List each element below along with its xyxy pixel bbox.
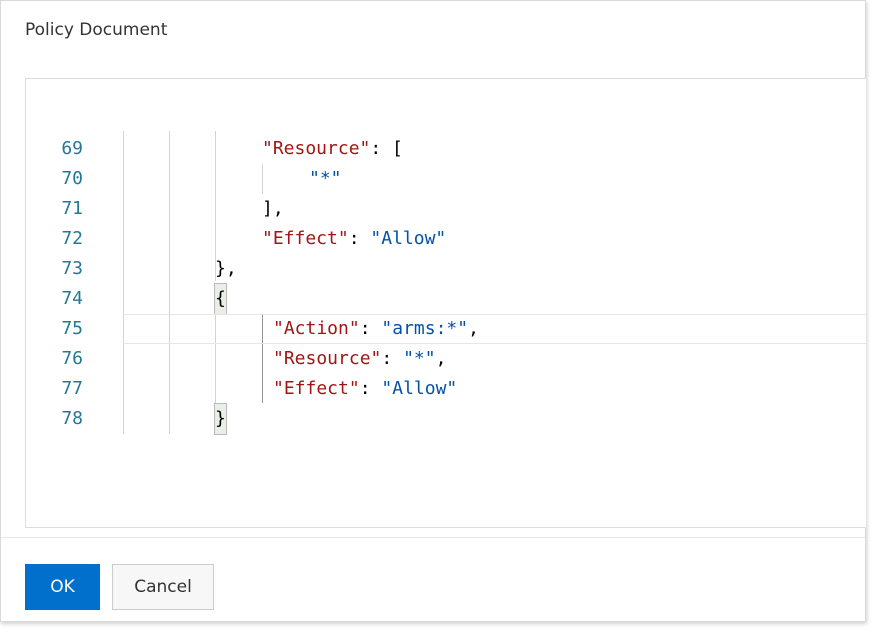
code-token: "*" <box>309 168 342 189</box>
line-number-row: 73 <box>26 254 866 284</box>
code-line[interactable]: }, <box>215 254 237 284</box>
code-line[interactable]: "Resource": "*", <box>273 344 446 374</box>
line-number: 70 <box>61 168 83 189</box>
dialog-title: Policy Document <box>25 20 168 40</box>
code-line[interactable]: "Action": "arms:*", <box>273 314 479 344</box>
line-number: 69 <box>61 138 83 159</box>
policy-document-dialog: Policy Document 69 "Resource": [70 "*" 71],… <box>0 0 866 622</box>
line-number: 76 <box>61 348 83 369</box>
code-line[interactable]: { <box>214 283 227 315</box>
code-token: "Allow" <box>370 228 447 249</box>
code-token: "*" <box>403 348 436 369</box>
code-token: }, <box>215 258 237 279</box>
code-token: "Allow" <box>381 378 458 399</box>
line-number: 75 <box>61 318 83 339</box>
code-token: : <box>359 378 382 399</box>
matched-bracket: } <box>214 403 227 435</box>
code-token: ], <box>262 198 284 219</box>
code-token: : <box>348 228 371 249</box>
matched-bracket: { <box>214 283 227 315</box>
code-token: : <box>381 348 404 369</box>
line-number-row: 70 <box>26 164 866 194</box>
code-line[interactable]: "*" <box>309 164 342 194</box>
code-token: : <box>359 318 382 339</box>
line-number: 71 <box>61 198 83 219</box>
code-token: "Resource" <box>273 348 382 369</box>
line-number: 74 <box>61 288 83 309</box>
code-token: "Effect" <box>273 378 360 399</box>
ok-button[interactable]: OK <box>25 564 100 610</box>
line-number: 73 <box>61 258 83 279</box>
line-number: 72 <box>61 228 83 249</box>
code-token: "arms:*" <box>381 318 469 339</box>
cancel-button[interactable]: Cancel <box>112 564 214 610</box>
line-number-row: 78 <box>26 404 866 434</box>
code-line[interactable]: "Effect": "Allow" <box>273 374 457 404</box>
policy-code-editor[interactable]: 69 "Resource": [70 "*" 71], 72 "Effect": "All… <box>25 78 866 528</box>
code-token: , <box>435 348 447 369</box>
line-number: 78 <box>61 408 83 429</box>
line-number-row: 71 <box>26 194 866 224</box>
code-token: "Resource" <box>262 138 371 159</box>
code-line[interactable]: } <box>214 403 227 435</box>
current-line-highlight <box>123 314 866 344</box>
line-number-row: 69 <box>26 134 866 164</box>
code-token: "Action" <box>273 318 360 339</box>
code-token: "Effect" <box>262 228 349 249</box>
line-number-row: 74 <box>26 284 866 314</box>
code-token: : [ <box>370 138 403 159</box>
code-line[interactable]: ], <box>262 194 284 224</box>
code-token: , <box>468 318 479 339</box>
footer-divider <box>1 537 865 538</box>
line-number: 77 <box>61 378 83 399</box>
code-line[interactable]: "Resource": [ <box>262 134 403 164</box>
code-line[interactable]: "Effect": "Allow" <box>262 224 446 254</box>
